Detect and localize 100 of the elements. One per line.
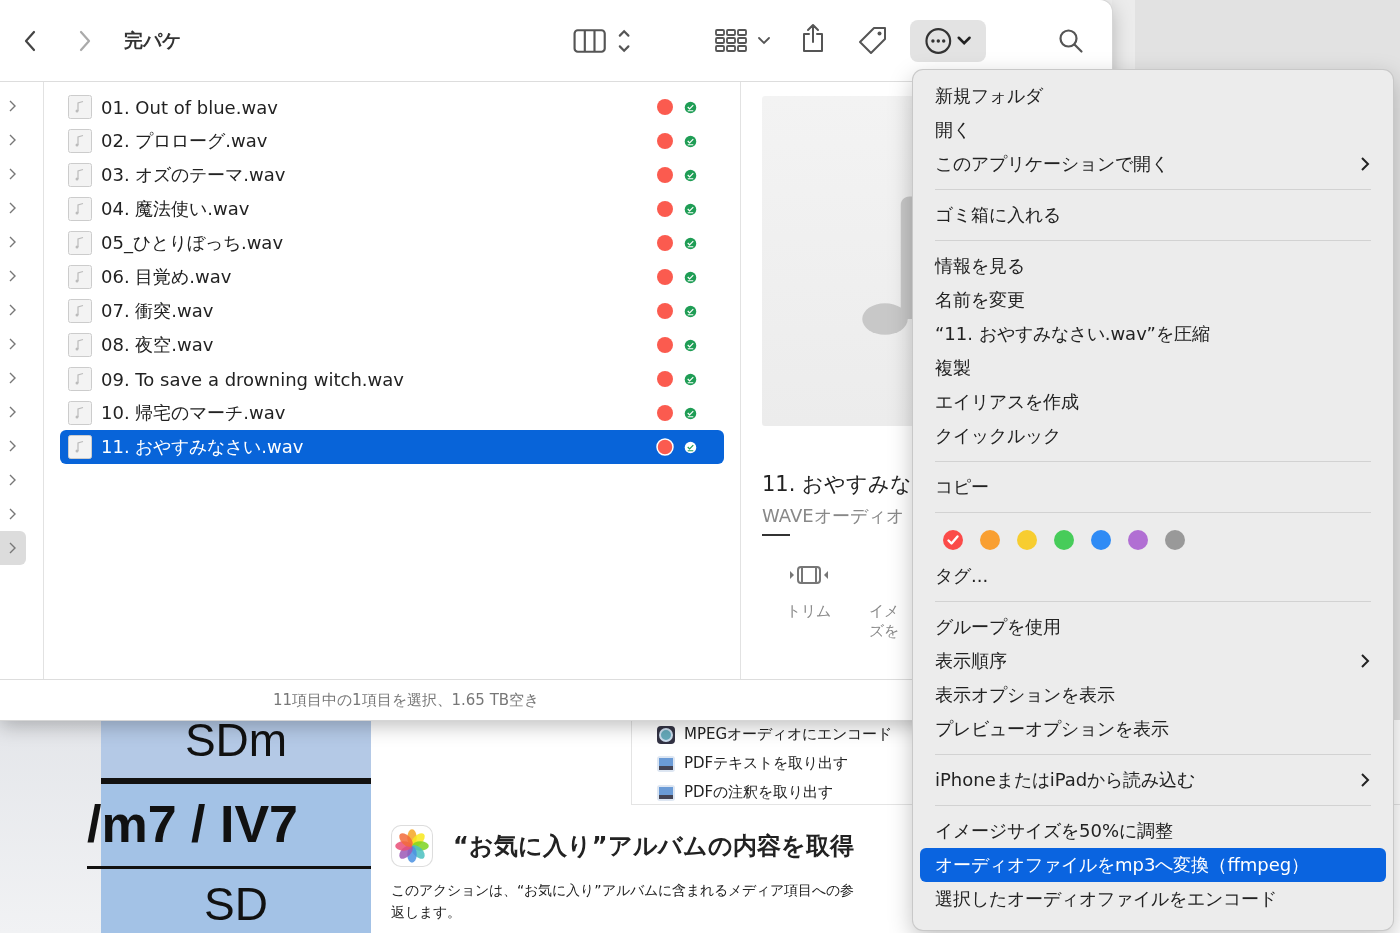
file-row[interactable]: 09. To save a drowning witch.wav	[60, 362, 724, 396]
action-title: “お気に入り”アルバムの内容を取得	[453, 831, 854, 862]
menu-item[interactable]: 新規フォルダ	[920, 79, 1386, 113]
file-name: 04. 魔法使い.wav	[101, 197, 251, 221]
chevron-icon	[8, 201, 16, 215]
tag-dot-icon	[656, 302, 674, 320]
check-circle-icon	[684, 304, 697, 318]
trim-icon[interactable]	[788, 565, 829, 585]
file-row[interactable]: 07. 衝突.wav	[60, 294, 724, 328]
menu-item[interactable]: 複製	[920, 351, 1386, 385]
chevron-icon	[8, 167, 16, 181]
menu-item[interactable]: 名前を変更	[920, 283, 1386, 317]
chevron-icon	[8, 507, 16, 521]
menu-item[interactable]: クイックルック	[920, 419, 1386, 453]
check-circle-icon	[684, 202, 697, 216]
file-row[interactable]: 02. プロローグ.wav	[60, 124, 724, 158]
audio-file-icon	[68, 265, 92, 289]
preview-title: 11. おやすみな	[762, 471, 913, 498]
tag-icon[interactable]	[858, 25, 888, 56]
file-row[interactable]: 08. 夜空.wav	[60, 328, 724, 362]
tag-dot-icon	[656, 98, 674, 116]
action-name[interactable]: PDFの注釈を取り出す	[684, 783, 834, 802]
tag-color[interactable]	[979, 529, 1001, 551]
menu-item[interactable]: 選択したオーディオファイルをエンコード	[920, 882, 1386, 916]
forward-icon[interactable]	[78, 28, 92, 53]
menu-item[interactable]: オーディオファイルをmp3へ変換（ffmpeg）	[920, 848, 1386, 882]
action-label[interactable]: イメズを	[869, 601, 899, 641]
ellipsis-icon	[924, 26, 972, 55]
file-name: 07. 衝突.wav	[101, 299, 215, 323]
chevron-icon	[8, 303, 16, 317]
audio-file-icon	[68, 435, 92, 459]
tag-color[interactable]	[1090, 529, 1112, 551]
audio-file-icon	[68, 163, 92, 187]
audio-file-icon	[68, 231, 92, 255]
file-name: 01. Out of blue.wav	[101, 96, 279, 118]
file-name: 02. プロローグ.wav	[101, 129, 269, 153]
menu-item[interactable]: グループを使用	[920, 610, 1386, 644]
menu-item[interactable]: iPhoneまたはiPadから読み込む	[920, 763, 1386, 797]
file-row[interactable]: 06. 目覚め.wav	[60, 260, 724, 294]
file-name: 09. To save a drowning witch.wav	[101, 368, 405, 390]
tag-dot-icon	[656, 234, 674, 252]
action-name[interactable]: MPEGオーディオにエンコード	[684, 725, 893, 744]
file-row[interactable]: 11. おやすみなさい.wav	[60, 430, 724, 464]
file-name: 10. 帰宅のマーチ.wav	[101, 401, 287, 425]
audio-file-icon	[68, 197, 92, 221]
search-icon[interactable]	[1058, 27, 1084, 54]
tag-dot-icon	[656, 166, 674, 184]
flower-icon	[391, 825, 433, 867]
check-circle-icon	[684, 338, 697, 352]
tag-color[interactable]	[1164, 529, 1186, 551]
audio-file-icon	[68, 367, 92, 391]
file-row[interactable]: 10. 帰宅のマーチ.wav	[60, 396, 724, 430]
check-circle-icon	[684, 134, 697, 148]
file-row[interactable]: 01. Out of blue.wav	[60, 90, 724, 124]
menu-item[interactable]: 情報を見る	[920, 249, 1386, 283]
menu-item[interactable]: タグ...	[920, 559, 1386, 593]
action-label[interactable]: トリム	[786, 601, 831, 621]
folder-row[interactable]	[0, 531, 26, 565]
menu-item[interactable]: “11. おやすみなさい.wav”を圧縮	[920, 317, 1386, 351]
preview-icon	[656, 753, 676, 774]
tag-dot-icon	[656, 268, 674, 286]
menu-item[interactable]: 開く	[920, 113, 1386, 147]
group-icon[interactable]	[715, 27, 771, 54]
chevron-icon	[8, 337, 16, 351]
tag-color[interactable]	[1016, 529, 1038, 551]
chevron-icon	[8, 99, 16, 113]
quicktime-icon	[656, 724, 676, 745]
chevron-icon	[8, 133, 16, 147]
columns-view-icon[interactable]	[573, 26, 630, 55]
audio-file-icon	[68, 129, 92, 153]
menu-item[interactable]: 表示順序	[920, 644, 1386, 678]
tag-dot-icon	[656, 438, 674, 456]
tag-dot-icon	[656, 404, 674, 422]
menu-item[interactable]: イメージサイズを50%に調整	[920, 814, 1386, 848]
tag-color[interactable]	[1053, 529, 1075, 551]
file-row[interactable]: 04. 魔法使い.wav	[60, 192, 724, 226]
share-icon[interactable]	[801, 22, 825, 53]
audio-file-icon	[68, 401, 92, 425]
file-name: 06. 目覚め.wav	[101, 265, 233, 289]
chevron-icon	[8, 439, 16, 453]
menu-item[interactable]: コピー	[920, 470, 1386, 504]
action-name[interactable]: PDFテキストを取り出す	[684, 754, 849, 773]
chord-label: SD	[203, 877, 269, 927]
chevron-icon	[8, 371, 16, 385]
preview-icon	[656, 782, 676, 803]
menu-item[interactable]: ゴミ箱に入れる	[920, 198, 1386, 232]
menu-item[interactable]: エイリアスを作成	[920, 385, 1386, 419]
chord-label: SDm	[101, 720, 371, 784]
check-circle-icon	[684, 168, 697, 182]
file-row[interactable]: 03. オズのテーマ.wav	[60, 158, 724, 192]
tag-dot-icon	[656, 336, 674, 354]
check-circle-icon	[684, 270, 697, 284]
file-row[interactable]: 05_ひとりぼっち.wav	[60, 226, 724, 260]
back-icon[interactable]	[23, 28, 37, 53]
tag-color[interactable]	[1127, 529, 1149, 551]
more-button[interactable]	[910, 19, 986, 62]
checked-tag-color[interactable]	[942, 529, 964, 551]
check-circle-icon	[684, 440, 697, 454]
menu-item[interactable]: このアプリケーションで開く	[920, 147, 1386, 181]
check-circle-icon	[684, 372, 697, 386]
